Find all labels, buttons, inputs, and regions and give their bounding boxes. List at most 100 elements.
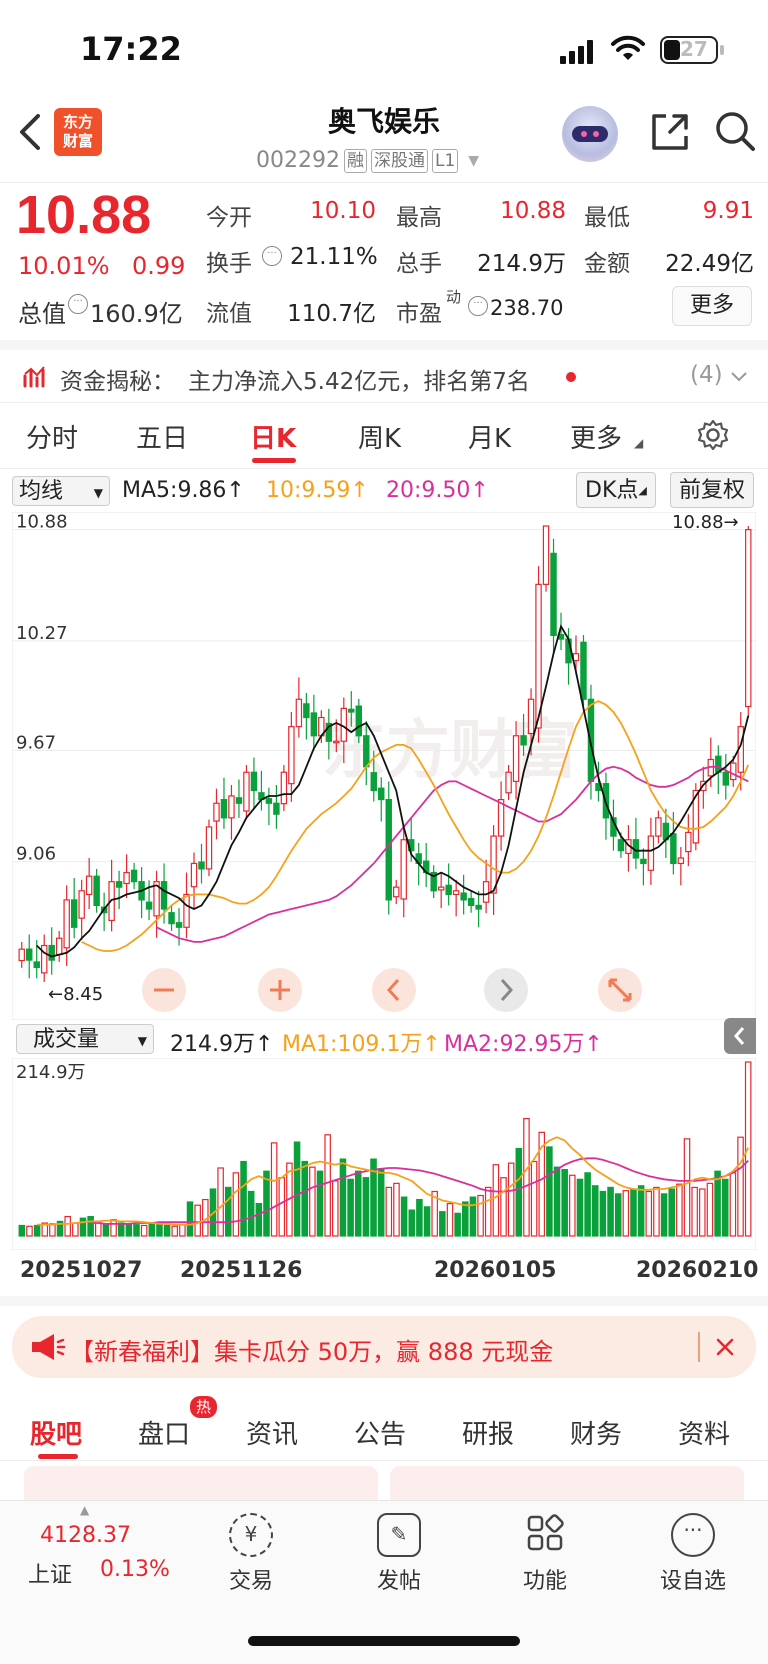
market-cap-label: 总值 [18,300,66,328]
volume-bar [423,1206,431,1237]
amount-value: 22.49亿 [665,251,754,277]
volume-bar [630,1188,637,1237]
volume-bar [706,1182,714,1237]
more-quote-button[interactable]: 更多 [672,286,752,326]
info-dots-icon[interactable]: ··· [68,294,88,314]
scroll-left-button[interactable] [372,968,416,1012]
stock-code-row[interactable]: 002292 融 深股通 L1 ▼ [256,148,479,173]
volume-bar [637,1185,645,1237]
candle-body [93,875,100,906]
volume-bar [125,1223,133,1237]
candle-body [475,904,482,910]
candle-body [198,861,205,870]
status-time: 17:22 [80,30,182,68]
tab-order-book[interactable]: 盘口 [138,1414,190,1451]
y-tick-label: 9.67 [16,732,56,753]
candle-body [647,835,655,871]
info-dots-icon[interactable]: ··· [468,296,488,316]
fund-flow-row[interactable]: 资金揭秘： 主力净流入5.42亿元，排名第7名 (4) [0,350,768,403]
tab-announcements[interactable]: 公告 [354,1414,406,1451]
chevron-down-icon[interactable] [730,370,748,384]
volume-bar [163,1224,171,1237]
volume-bar [454,1212,461,1237]
search-icon[interactable] [712,108,758,154]
divider [698,1332,700,1362]
tab-finance[interactable]: 财务 [570,1414,622,1451]
fullscreen-button[interactable] [598,968,642,1012]
nav-functions[interactable]: 功能 [490,1513,600,1595]
volume-bar [309,1166,316,1237]
info-dots-icon[interactable]: ··· [262,246,282,266]
chevron-left-icon [734,1027,745,1045]
tab-profile[interactable]: 资料 [678,1414,730,1451]
tab-research[interactable]: 研报 [462,1414,514,1451]
low-value: 9.91 [702,198,754,224]
candle-body [685,831,692,853]
candle-body [288,726,295,785]
volume-bar [515,1147,523,1237]
zoom-out-button[interactable] [142,968,186,1012]
volume-bar [591,1185,599,1237]
volume-bar [179,1224,186,1237]
grid-icon [523,1513,567,1557]
volume-chart[interactable]: 214.9万 [12,1058,756,1250]
tab-news[interactable]: 资讯 [246,1414,298,1451]
settings-gear-icon[interactable] [696,418,730,452]
close-icon[interactable] [714,1336,736,1358]
change-amount: 0.99 [132,252,186,280]
volume-bar [332,1180,339,1237]
volume-bar [156,1224,163,1237]
turnover-label: 换手 [206,251,252,277]
candle-body [677,857,685,865]
indicator-select[interactable]: 均线 ▼ [12,476,110,506]
float-label: 流值 [206,301,252,327]
volume-bar [247,1190,255,1237]
tab-forum[interactable]: 股吧 [30,1414,82,1451]
tab-weekly-k[interactable]: 周K [358,418,401,455]
scroll-right-button[interactable] [484,968,528,1012]
nav-trade[interactable]: ¥ 交易 [196,1513,306,1595]
share-icon[interactable] [648,110,692,154]
kline-chart[interactable]: 东方财富 10.8810.279.679.06 10.88→ ←8.45 [12,512,756,1020]
nav-add-watchlist[interactable]: ··· 设自选 [638,1513,748,1595]
candle-body [78,890,85,919]
volume-bar [546,1146,553,1237]
side-panel-toggle[interactable] [724,1018,756,1054]
tab-daily-k[interactable]: 日K [250,418,296,455]
tab-intraday[interactable]: 分时 [26,418,78,455]
period-tabs: 分时 五日 日K 周K 月K 更多 ◢ [0,402,768,469]
volume-bar [653,1186,660,1237]
volume-bar [645,1190,653,1237]
volume-bar [377,1169,385,1237]
ma5-line [36,624,750,958]
volume-bar [148,1222,156,1237]
volume-bar [584,1172,591,1237]
volume-bar [232,1172,240,1237]
volume-bar [385,1186,393,1237]
candle-body [190,862,198,888]
zoom-in-button[interactable] [258,968,302,1012]
volume-indicator-select[interactable]: 成交量 ▼ [16,1024,154,1054]
tab-monthly-k[interactable]: 月K [468,418,511,455]
candle-body [400,839,407,900]
content-tabs: 股吧 盘口 热 资讯 公告 研报 财务 资料 [0,1396,768,1461]
candle-body [40,944,48,974]
tab-more[interactable]: 更多 [570,418,622,455]
volume-bar [133,1224,140,1237]
volume-bar [33,1224,41,1237]
volume-bar [683,1138,691,1237]
volume-bar [530,1160,538,1237]
dk-point-button[interactable]: DK点◢ [576,472,656,508]
home-indicator [248,1636,520,1646]
volume-bar [721,1178,729,1237]
adjust-button[interactable]: 前复权 [670,472,755,508]
unread-dot [566,372,576,382]
volume-bar [102,1223,110,1237]
tab-five-day[interactable]: 五日 [136,418,188,455]
volume-bar [18,1224,26,1237]
nav-post[interactable]: ✎ 发帖 [344,1513,454,1595]
assistant-robot-icon[interactable] [562,106,618,162]
promo-banner[interactable]: 【新春福利】集卡瓜分 50万，赢 888 元现金 [12,1316,756,1378]
volume-bar [477,1194,484,1237]
stock-code: 002292 [256,148,340,173]
